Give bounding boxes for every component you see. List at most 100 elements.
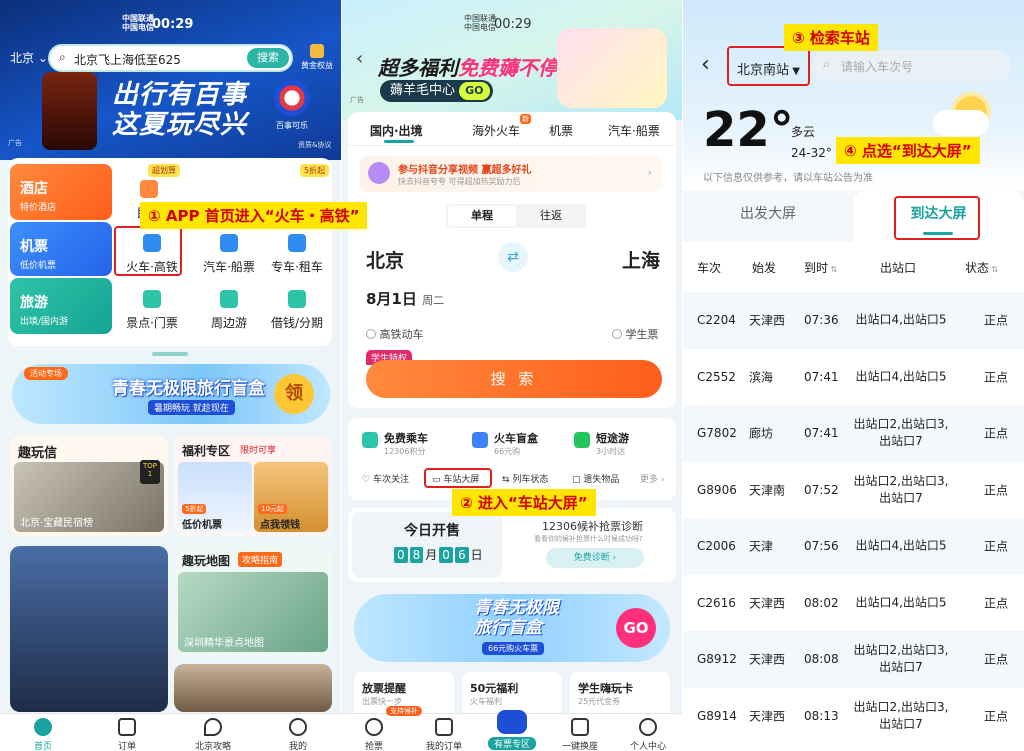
- link-follow[interactable]: ♡ 车次关注: [362, 472, 409, 485]
- hotel-tile[interactable]: 酒店 特价酒店: [10, 164, 112, 220]
- tab-home[interactable]: 首页: [13, 718, 73, 751]
- back-arrow-icon[interactable]: ‹: [701, 52, 710, 77]
- blindbox-go[interactable]: GO: [616, 608, 656, 648]
- cell-status: 正点: [984, 483, 1009, 498]
- tab-my-orders[interactable]: 我的订单: [414, 718, 474, 751]
- flight-tile[interactable]: 机票 低价机票: [10, 222, 112, 276]
- link-train-status[interactable]: ⇆ 列车状态: [502, 472, 548, 485]
- travel-tile[interactable]: 旅游 出境/国内游: [10, 278, 112, 334]
- bottom-card-1-title: 放票提醒: [362, 682, 406, 695]
- tab-departure[interactable]: 出发大屏: [683, 190, 853, 242]
- table-row[interactable]: G8906 天津南 07:52 出站口2,出站口3,出站口7 正点: [683, 461, 1024, 518]
- cell-arrival-time: 07:36: [804, 313, 839, 328]
- diag-button[interactable]: 免费诊断 ›: [546, 548, 644, 568]
- table-row[interactable]: C2552 滨海 07:41 出站口4,出站口5 正点: [683, 348, 1024, 405]
- opt-highspeed[interactable]: 高铁动车: [366, 326, 424, 342]
- go-button[interactable]: GO: [459, 82, 490, 100]
- scenic-item[interactable]: 景点·门票: [114, 290, 190, 331]
- tab-guide[interactable]: 北京攻略: [183, 718, 243, 751]
- table-row[interactable]: G7802 廊坊 07:41 出站口2,出站口3,出站口7 正点: [683, 405, 1024, 462]
- cell-train: C2006: [697, 539, 736, 554]
- tab-change-seat[interactable]: 一键换座: [550, 718, 610, 751]
- search-button[interactable]: 搜 索: [366, 360, 662, 398]
- cell-status: 正点: [984, 426, 1009, 441]
- trip-single[interactable]: 单程: [448, 206, 516, 226]
- ad-info[interactable]: 资质&协议: [298, 140, 331, 150]
- tab-bus-ship[interactable]: 汽车·船票: [608, 122, 660, 139]
- tab-ticket-zone[interactable]: 有票专区: [482, 710, 542, 750]
- cell-status: 正点: [984, 539, 1009, 554]
- promo-claim-button[interactable]: 领: [274, 374, 314, 414]
- promo-banner[interactable]: 活动专场 青春无极限旅行盲盒 暑期畅玩 就趁现在 领: [12, 364, 330, 424]
- brand-label: 百事可乐: [276, 121, 308, 130]
- map-caption: 深圳精华景点地图: [184, 638, 264, 649]
- welfare-item-2: 点我领钱: [260, 520, 300, 531]
- nearby-item[interactable]: 周边游: [194, 290, 264, 331]
- blindbox-title-1: 青春无极限: [474, 598, 559, 618]
- table-row[interactable]: C2006 天津 07:56 出站口4,出站口5 正点: [683, 518, 1024, 575]
- table-row[interactable]: C2616 天津西 08:02 出站口4,出站口5 正点: [683, 574, 1024, 631]
- table-row[interactable]: C2204 天津西 07:36 出站口4,出站口5 正点: [683, 292, 1024, 349]
- from-city[interactable]: 北京: [366, 246, 404, 273]
- cell-arrival-time: 08:02: [804, 595, 839, 610]
- nearby-label: 周边游: [210, 316, 247, 330]
- tab-flight[interactable]: 机票: [549, 122, 573, 139]
- trip-round[interactable]: 往返: [518, 206, 584, 226]
- digit: 8: [409, 546, 424, 563]
- cell-exit: 出站口4,出站口5: [855, 369, 947, 384]
- city-selector[interactable]: 北京 ⌄: [10, 49, 48, 66]
- carrier-1: 中国联通: [122, 14, 154, 23]
- flight-sub: 低价机票: [20, 261, 57, 271]
- tab-change-seat-label: 一键换座: [561, 742, 598, 751]
- promo-tag: 活动专场: [24, 367, 68, 380]
- table-row[interactable]: G8914 天津西 08:13 出站口2,出站口3,出站口7 正点: [683, 687, 1024, 744]
- tab-domestic[interactable]: 国内·出境: [370, 122, 423, 139]
- fun-card[interactable]: 趣玩信 TOP 1 北京·宝藏民宿榜: [10, 436, 168, 536]
- search-button[interactable]: 搜索: [247, 48, 289, 68]
- tab-orders[interactable]: 订单: [97, 718, 157, 751]
- tab-profile[interactable]: 个人中心: [618, 718, 678, 751]
- tab-overseas-train[interactable]: 海外火车: [472, 122, 520, 139]
- cell-status: 正点: [984, 370, 1009, 385]
- link-lost-items[interactable]: ▢ 遗失物品: [572, 472, 619, 485]
- table-row[interactable]: G8912 天津西 08:08 出站口2,出站口3,出站口7 正点: [683, 631, 1024, 688]
- carrier-1: 中国联通: [464, 14, 496, 23]
- col-arrival-time[interactable]: 到时 ⇅: [804, 259, 837, 276]
- bottom-card-3[interactable]: 学生嗨玩卡 25元代金券: [570, 672, 670, 714]
- blindbox-banner[interactable]: 青春无极限 旅行盲盒 66元购火车票 GO: [354, 594, 670, 662]
- bottom-card-2[interactable]: 50元福利 火车福利: [462, 672, 562, 714]
- cloud-icon: [933, 110, 989, 136]
- bus-item[interactable]: 汽车·船票: [194, 234, 264, 275]
- col-arrival-time-label: 到时: [804, 261, 829, 275]
- opt-student[interactable]: 学生票: [612, 326, 659, 342]
- back-arrow-icon[interactable]: ‹: [356, 48, 363, 69]
- tab-grab[interactable]: 抢票: [344, 718, 404, 751]
- wool-center[interactable]: 薅羊毛中心 GO: [380, 80, 493, 102]
- loan-item[interactable]: 借钱/分期: [262, 290, 332, 331]
- link-more[interactable]: 更多 ›: [640, 472, 664, 485]
- tab-mine[interactable]: 我的: [268, 718, 328, 751]
- welfare-card[interactable]: 福利专区 限时可享 5折起 低价机票 10元起 点我领钱: [174, 436, 332, 536]
- map-card[interactable]: 趣玩地图 攻略指南 深圳精华景点地图: [174, 546, 332, 656]
- tab-indicator: [384, 140, 414, 143]
- col-exit: 出站口: [880, 261, 917, 275]
- taxi-label: 专车·租车: [271, 260, 323, 274]
- day-label: 日: [470, 548, 483, 562]
- palace-image[interactable]: [174, 664, 332, 712]
- date-picker[interactable]: 8月1日 周二: [366, 288, 444, 309]
- bottom-card-3-sub: 25元代金券: [578, 697, 621, 706]
- swap-train-icon[interactable]: ⇄: [498, 242, 528, 272]
- presale-box[interactable]: 今日开售 0 8 月 0 6 日: [352, 512, 502, 578]
- share-title: 参与抖音分享视频 赢超多好礼: [398, 165, 532, 176]
- train-search-input[interactable]: ⌕ 请输入车次号: [811, 50, 1011, 82]
- banner-title-line2: 这夏玩尽兴: [112, 110, 248, 140]
- taxi-item[interactable]: 专车·租车: [262, 234, 332, 275]
- douyin-share-banner[interactable]: 参与抖音分享视频 赢超多好礼 快去抖音夸夸 可得超加热奖励力后 ›: [360, 156, 662, 192]
- city-building-image[interactable]: [10, 546, 168, 712]
- gold-benefit[interactable]: 黄金权益: [298, 44, 336, 71]
- to-city[interactable]: 上海: [622, 246, 660, 273]
- search-bar[interactable]: ⌕ 北京飞上海低至625 搜索: [48, 44, 293, 72]
- cell-origin: 天津西: [749, 709, 786, 724]
- col-status[interactable]: 状态 ⇅: [965, 259, 998, 276]
- search-input[interactable]: 北京飞上海低至625: [74, 51, 181, 68]
